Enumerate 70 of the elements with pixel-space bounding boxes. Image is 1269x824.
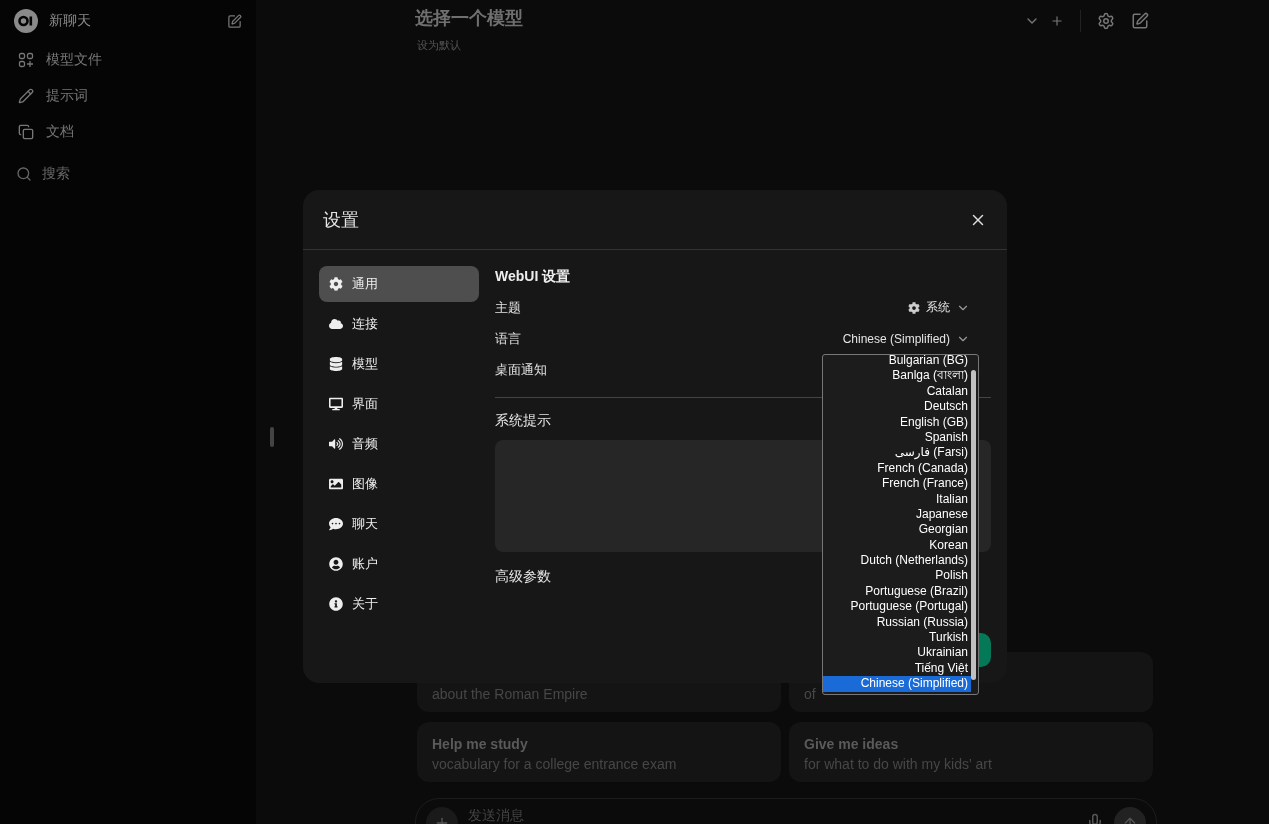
model-selector-title[interactable]: 选择一个模型 [415,6,1024,30]
info-icon [329,597,343,611]
language-option[interactable]: Catalan [823,383,971,400]
image-icon [329,477,343,491]
settings-tab[interactable]: 模型 [319,346,479,382]
dialog-title: 设置 [323,208,360,232]
setting-label: 语言 [495,329,521,348]
gear-icon [329,277,343,291]
speaker-icon [329,437,343,451]
scrollbar-thumb[interactable] [971,370,976,680]
sidebar-item[interactable]: 文档 [10,114,246,150]
settings-tab[interactable]: 关于 [319,586,479,622]
language-option[interactable]: Korean [823,537,971,554]
settings-tab[interactable]: 界面 [319,386,479,422]
language-option[interactable]: Bulgarian (BG) [823,355,971,369]
theme-select[interactable]: 系统 [908,299,970,316]
language-option[interactable]: Banlga (বাংলা) [823,368,971,384]
sidebar-item[interactable]: 模型文件 [10,42,246,78]
language-option[interactable]: Portuguese (Brazil) [823,583,971,600]
user-icon [329,557,343,571]
new-chat-icon[interactable] [1131,12,1149,30]
sidebar-item-label: 模型文件 [46,51,102,69]
search-icon [16,166,32,182]
language-option[interactable]: Turkish [823,630,971,646]
language-option[interactable]: Portuguese (Portugal) [823,599,971,615]
language-option[interactable]: Ukrainian [823,645,971,661]
settings-tab[interactable]: 连接 [319,306,479,342]
grid-plus-icon [18,52,34,68]
resize-handle[interactable] [270,427,274,447]
settings-tab[interactable]: 通用 [319,266,479,302]
language-option[interactable]: Russian (Russia) [823,614,971,631]
sidebar-item-label: 文档 [46,123,74,141]
sidebar-item[interactable]: 提示词 [10,78,246,114]
chat-bubble-icon [329,517,343,531]
section-heading: WebUI 设置 [495,268,572,286]
setting-label: 桌面通知 [495,360,547,379]
database-icon [329,357,343,371]
sidebar-item-label: 提示词 [46,87,88,105]
language-option[interactable]: English (GB) [823,414,971,430]
new-chat-label[interactable]: 新聊天 [49,12,227,30]
plus-icon[interactable] [1050,14,1064,28]
system-prompt-label: 系统提示 [495,412,551,430]
language-option[interactable]: Japanese [823,506,971,523]
language-option[interactable]: Dutch (Netherlands) [823,553,971,569]
settings-tab[interactable]: 图像 [319,466,479,502]
settings-icon[interactable] [1097,12,1115,30]
cloud-icon [329,317,343,331]
language-option[interactable]: Deutsch [823,399,971,415]
setting-label: 主题 [495,298,521,317]
language-option[interactable]: Polish [823,568,971,584]
copy-icon [18,124,34,140]
language-option[interactable]: فارسی (Farsi) [823,445,971,461]
language-option[interactable]: Chinese (Simplified) [823,676,971,692]
language-option[interactable]: Tiếng Việt [823,660,971,677]
monitor-icon [329,397,343,411]
gear-icon [908,301,920,314]
logo-icon [14,9,38,33]
settings-tab[interactable]: 聊天 [319,506,479,542]
new-chat-icon[interactable] [227,13,242,29]
settings-tab[interactable]: 音频 [319,426,479,462]
settings-tab[interactable]: 账户 [319,546,479,582]
language-option[interactable]: Spanish [823,429,971,446]
language-option[interactable]: Georgian [823,522,971,538]
language-option[interactable]: French (France) [823,476,971,492]
language-option[interactable]: French (Canada) [823,460,971,477]
advanced-params-label[interactable]: 高级参数 [495,568,551,586]
pencil-icon [18,88,34,104]
search-field[interactable]: 搜索 [10,156,246,192]
language-select[interactable]: Chinese (Simplified) [842,331,970,346]
language-option[interactable]: Italian [823,491,971,507]
